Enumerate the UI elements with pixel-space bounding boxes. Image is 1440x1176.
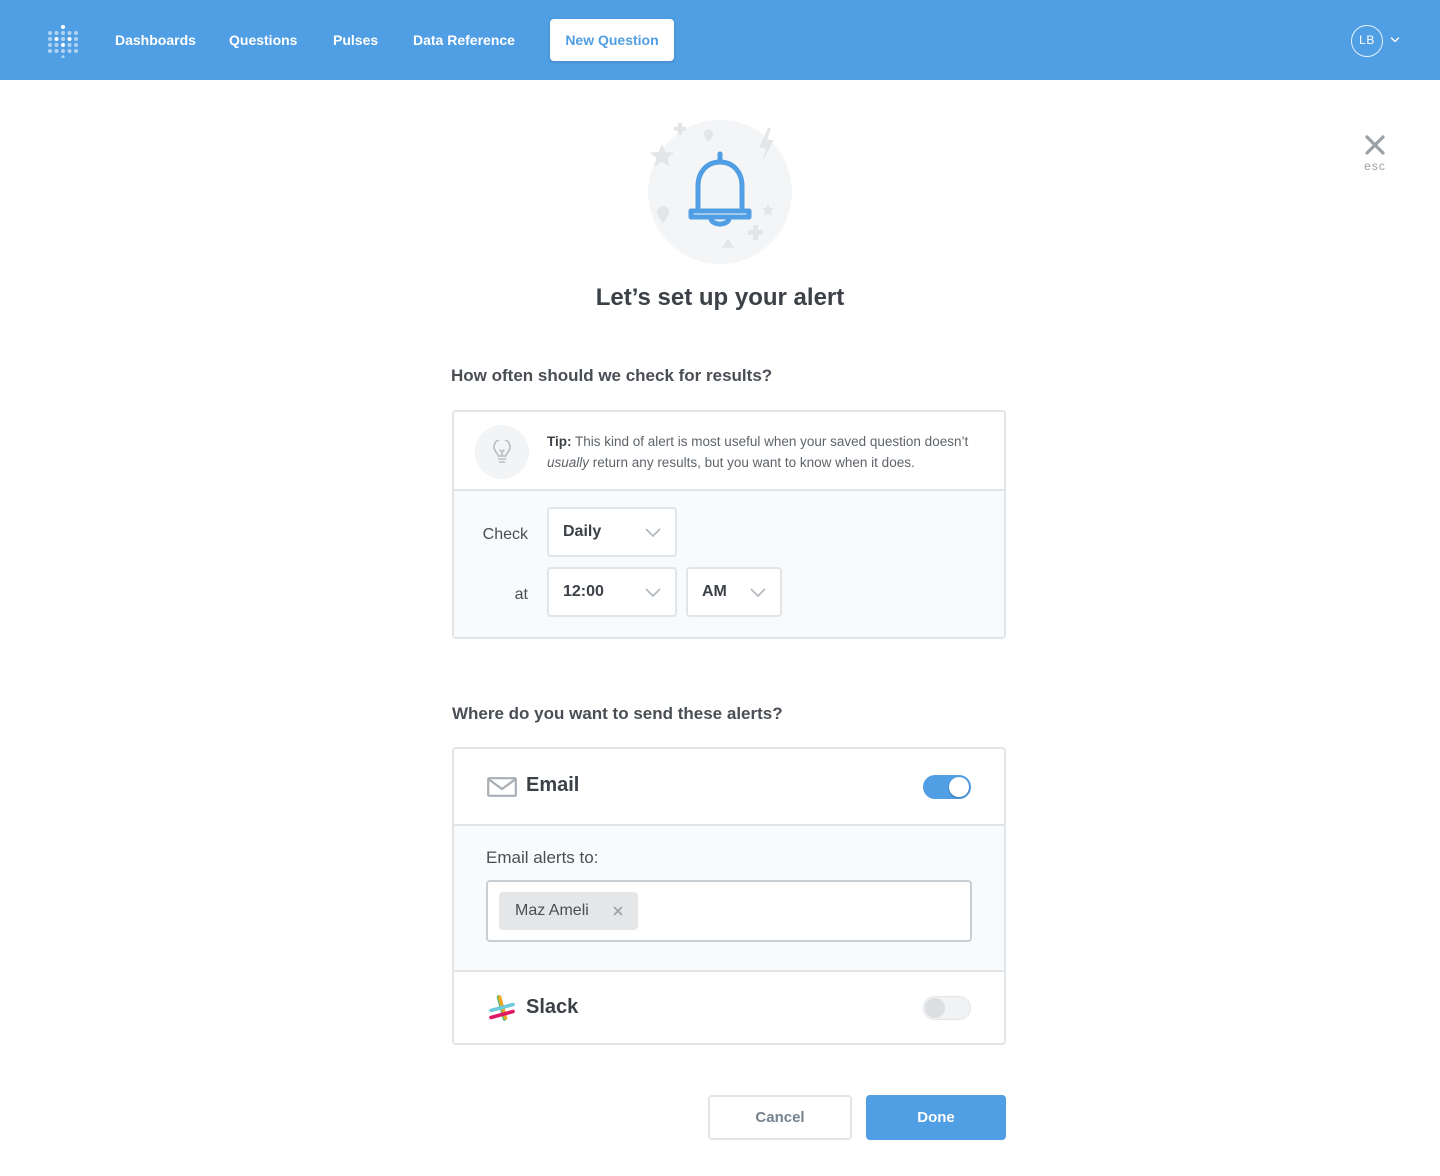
- lightbulb-icon: [475, 425, 529, 479]
- hour-select[interactable]: 12:00: [547, 567, 677, 617]
- nav-pulses[interactable]: Pulses: [333, 0, 378, 80]
- schedule-controls: Check Daily at 12:00 AM: [454, 491, 1004, 637]
- esc-label: esc: [1364, 159, 1386, 173]
- tip-body-2: return any results, but you want to know…: [589, 455, 915, 470]
- recipient-chip: Maz Ameli: [499, 892, 638, 930]
- page-title: Let’s set up your alert: [595, 284, 845, 311]
- recipients-input[interactable]: Maz Ameli: [486, 880, 972, 942]
- email-channel-label: Email: [526, 774, 580, 796]
- tip-emphasis: usually: [547, 455, 590, 470]
- chevron-down-icon[interactable]: [1390, 36, 1400, 44]
- recipients-label: Email alerts to:: [486, 848, 599, 867]
- close-icon[interactable]: [1364, 134, 1386, 156]
- slack-channel-label: Slack: [526, 996, 579, 1018]
- toggle-knob: [949, 777, 969, 797]
- remove-icon[interactable]: [613, 906, 623, 916]
- top-nav: Dashboards Questions Pulses Data Referen…: [0, 0, 1440, 80]
- schedule-card: Tip: This kind of alert is most useful w…: [452, 410, 1006, 639]
- email-toggle[interactable]: [923, 775, 971, 799]
- nav-dashboards[interactable]: Dashboards: [115, 0, 196, 80]
- bell-icon: [648, 120, 792, 264]
- chevron-down-icon: [645, 588, 661, 597]
- nav-questions[interactable]: Questions: [229, 0, 297, 80]
- slack-toggle[interactable]: [923, 996, 971, 1020]
- chevron-down-icon: [645, 528, 661, 537]
- close-modal-button[interactable]: esc: [1358, 134, 1392, 178]
- done-button[interactable]: Done: [866, 1095, 1006, 1140]
- email-channel-row: Email: [454, 749, 1004, 824]
- new-question-button[interactable]: New Question: [550, 19, 674, 61]
- channels-card: Email Email alerts to: Maz Ameli Slack: [452, 747, 1006, 1045]
- chevron-down-icon: [750, 588, 766, 597]
- cancel-button[interactable]: Cancel: [708, 1095, 852, 1140]
- check-label: Check: [482, 526, 528, 543]
- ampm-select[interactable]: AM: [686, 567, 782, 617]
- channels-heading: Where do you want to send these alerts?: [452, 704, 783, 723]
- slack-icon: [489, 995, 515, 1021]
- at-label: at: [514, 586, 528, 603]
- tip-prefix: Tip:: [547, 434, 572, 449]
- ampm-value: AM: [702, 583, 727, 600]
- hour-value: 12:00: [563, 583, 604, 600]
- slack-channel-row: Slack: [454, 972, 1004, 1043]
- tip-body-1: This kind of alert is most useful when y…: [571, 434, 969, 449]
- nav-data-reference[interactable]: Data Reference: [413, 0, 515, 80]
- tip-row: Tip: This kind of alert is most useful w…: [454, 412, 1004, 491]
- frequency-select[interactable]: Daily: [547, 507, 677, 557]
- frequency-value: Daily: [563, 523, 602, 540]
- avatar[interactable]: LB: [1351, 25, 1383, 57]
- email-recipients-panel: Email alerts to: Maz Ameli: [454, 824, 1004, 972]
- mail-icon: [487, 777, 517, 797]
- tip-text: Tip: This kind of alert is most useful w…: [547, 431, 997, 473]
- toggle-knob: [925, 998, 945, 1018]
- metabase-logo-icon[interactable]: [47, 24, 79, 58]
- schedule-heading: How often should we check for results?: [451, 366, 773, 385]
- recipient-name: Maz Ameli: [515, 902, 589, 919]
